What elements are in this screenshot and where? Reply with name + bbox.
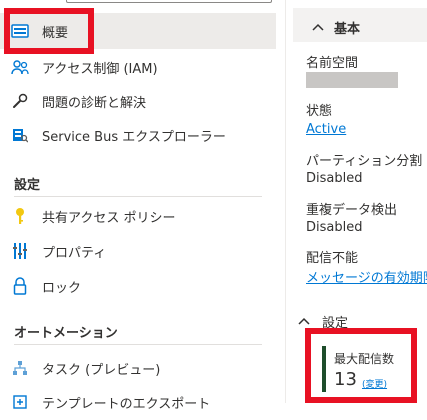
people-icon xyxy=(4,57,36,77)
sidebar-item-label: Service Bus エクスプローラー xyxy=(42,129,226,145)
divider xyxy=(14,344,262,345)
wrench-icon xyxy=(4,91,36,111)
panel-divider xyxy=(285,0,286,403)
deadletter-label: 配信不能 xyxy=(306,251,359,266)
section-header-automation: オートメーション xyxy=(14,326,118,341)
sidebar-item-access-control[interactable]: アクセス制御 (IAM) xyxy=(0,49,276,85)
duplicate-detection-label: 重複データ検出 xyxy=(306,203,398,218)
sidebar-item-label: ロック xyxy=(42,280,82,296)
divider xyxy=(14,196,262,197)
chevron-up-icon xyxy=(298,314,310,329)
namespace-label: 名前空間 xyxy=(306,56,359,71)
partitioning-value: Disabled xyxy=(306,171,363,186)
sidebar-item-label: タスク (プレビュー) xyxy=(42,362,161,378)
sidebar-item-lock[interactable]: ロック xyxy=(0,268,276,304)
sidebar-item-label: テンプレートのエクスポート xyxy=(42,396,211,412)
chevron-up-icon xyxy=(312,20,324,35)
sidebar-item-label: 共有アクセス ポリシー xyxy=(42,210,176,226)
status-label: 状態 xyxy=(306,104,333,119)
highlight-box-overview xyxy=(4,8,94,54)
sidebar-item-label: アクセス制御 (IAM) xyxy=(42,61,158,77)
sidebar-item-explorer[interactable]: Service Bus エクスプローラー xyxy=(0,117,276,153)
export-template-icon xyxy=(4,392,36,412)
properties-icon xyxy=(4,241,36,261)
sidebar-item-shared-access[interactable]: 共有アクセス ポリシー xyxy=(0,198,276,234)
duplicate-detection-value: Disabled xyxy=(306,220,363,235)
status-value-link[interactable]: Active xyxy=(306,122,346,137)
sidebar-item-export-template[interactable]: テンプレートのエクスポート xyxy=(0,384,276,420)
highlight-box-max-delivery xyxy=(305,328,417,403)
namespace-value-redacted xyxy=(306,72,398,88)
sidebar-item-properties[interactable]: プロパティ xyxy=(0,233,276,269)
key-icon xyxy=(4,206,36,226)
partitioning-label: パーティション分割 xyxy=(306,154,423,169)
sidebar-item-diagnose[interactable]: 問題の診断と解決 xyxy=(0,83,276,119)
essentials-header-label: 基本 xyxy=(334,22,361,37)
deadletter-value-link[interactable]: メッセージの有効期限 xyxy=(306,267,427,286)
sidebar-item-tasks[interactable]: タスク (プレビュー) xyxy=(0,350,276,386)
lock-icon xyxy=(4,276,36,296)
explorer-icon xyxy=(4,125,36,145)
sidebar-item-label: 問題の診断と解決 xyxy=(42,95,147,111)
section-header-settings: 設定 xyxy=(14,178,41,193)
sidebar: 概要 アクセス制御 (IAM) 問題の診断と解決 Service Bus エクス… xyxy=(0,0,276,412)
tasks-icon xyxy=(4,358,36,378)
essentials-header[interactable]: 基本 xyxy=(312,18,360,37)
sidebar-item-label: プロパティ xyxy=(42,245,107,261)
